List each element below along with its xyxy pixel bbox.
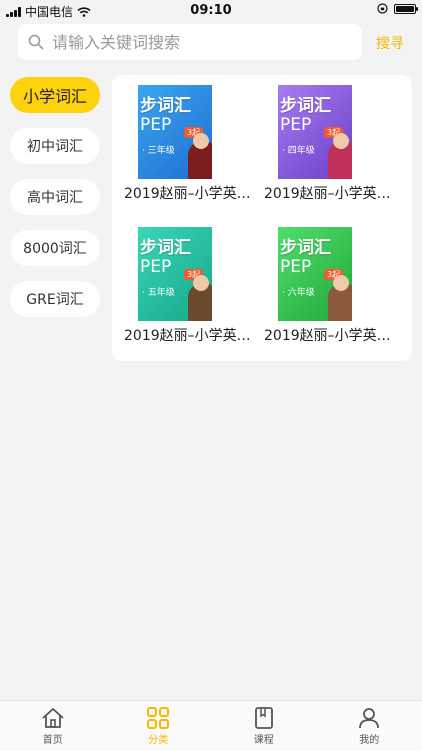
tab-course[interactable]: 课程 [211, 701, 317, 751]
search-button[interactable]: 搜寻 [376, 33, 404, 53]
cover-grade: · 三年级 [142, 143, 175, 156]
cover-person-face [333, 133, 349, 149]
book-title: 2019赵丽–小学英… [112, 325, 252, 345]
tab-mine[interactable]: 我的 [317, 701, 422, 751]
book-cover: 步词汇 PEP 3起 · 五年级 [138, 227, 212, 321]
cover-pep: PEP [140, 257, 171, 277]
search-box[interactable] [18, 24, 362, 60]
tab-category[interactable]: 分类 [106, 701, 212, 751]
search-input[interactable] [50, 32, 334, 53]
tab-bar: 首页 分类 课程 我的 [0, 700, 422, 751]
cover-pep: PEP [280, 115, 311, 135]
cover-title: 步词汇 [140, 233, 191, 258]
tab-category-label: 分类 [148, 731, 168, 746]
book-cover: 步词汇 PEP 3起 · 六年级 [278, 227, 352, 321]
user-icon [357, 707, 381, 729]
home-icon [41, 707, 65, 729]
tab-home-label: 首页 [43, 731, 63, 746]
grid-icon [146, 707, 170, 729]
cover-grade: · 五年级 [142, 285, 175, 298]
cover-grade: · 六年级 [282, 285, 315, 298]
status-right [377, 3, 416, 14]
category-item-senior[interactable]: 高中词汇 [10, 179, 100, 215]
tab-mine-label: 我的 [359, 731, 379, 746]
tab-home[interactable]: 首页 [0, 701, 106, 751]
cover-title: 步词汇 [140, 91, 191, 116]
book-card[interactable]: 步词汇 PEP 3起 · 三年级 2019赵丽–小学英… [112, 75, 252, 203]
book-grid: 步词汇 PEP 3起 · 三年级 2019赵丽–小学英… 步词汇 PEP 3起 … [112, 75, 412, 361]
book-card[interactable]: 步词汇 PEP 3起 · 四年级 2019赵丽–小学英… [252, 75, 392, 203]
book-title: 2019赵丽–小学英… [252, 183, 392, 203]
tab-course-label: 课程 [254, 731, 274, 746]
book-cover: 步词汇 PEP 3起 · 三年级 [138, 85, 212, 179]
category-item-8000[interactable]: 8000词汇 [10, 230, 100, 266]
orientation-lock-icon [377, 3, 388, 14]
cover-pep: PEP [280, 257, 311, 277]
status-bar: 中国电信 09:10 [0, 0, 422, 22]
cover-person-face [333, 275, 349, 291]
battery-icon [394, 4, 416, 14]
book-title: 2019赵丽–小学英… [252, 325, 392, 345]
book-card[interactable]: 步词汇 PEP 3起 · 五年级 2019赵丽–小学英… [112, 217, 252, 345]
cover-title: 步词汇 [280, 91, 331, 116]
status-time: 09:10 [0, 3, 422, 18]
book-card[interactable]: 步词汇 PEP 3起 · 六年级 2019赵丽–小学英… [252, 217, 392, 345]
cover-pep: PEP [140, 115, 171, 135]
book-icon [252, 707, 276, 729]
cover-person-face [193, 133, 209, 149]
search-icon [28, 34, 44, 50]
category-item-primary[interactable]: 小学词汇 [10, 77, 100, 113]
book-cover: 步词汇 PEP 3起 · 四年级 [278, 85, 352, 179]
cover-grade: · 四年级 [282, 143, 315, 156]
book-title: 2019赵丽–小学英… [112, 183, 252, 203]
category-item-junior[interactable]: 初中词汇 [10, 128, 100, 164]
cover-title: 步词汇 [280, 233, 331, 258]
category-list: 小学词汇 初中词汇 高中词汇 8000词汇 GRE词汇 [10, 77, 102, 332]
category-item-gre[interactable]: GRE词汇 [10, 281, 100, 317]
cover-person-face [193, 275, 209, 291]
